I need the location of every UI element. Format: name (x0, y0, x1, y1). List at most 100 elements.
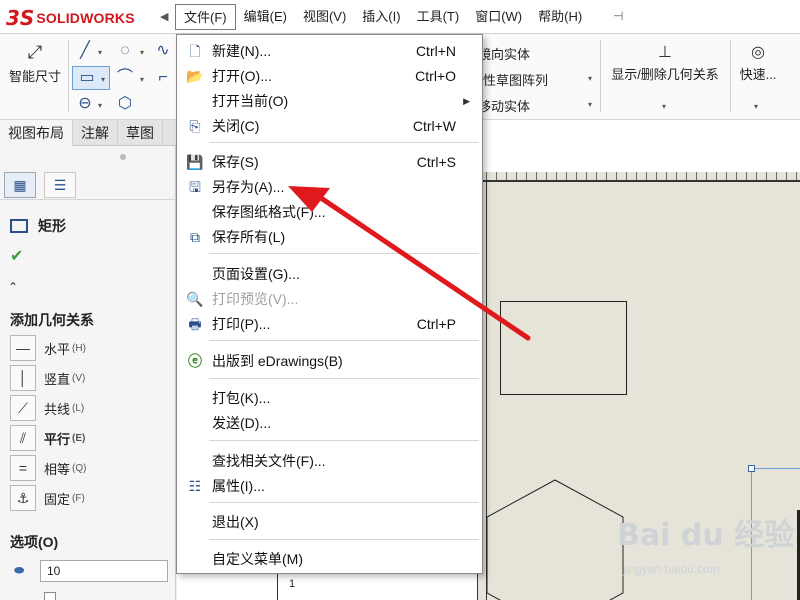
horizontal-icon: — (10, 335, 36, 361)
slot-tool-icon[interactable]: ⊖ (74, 93, 96, 115)
menu-collapse-arrow-icon[interactable]: ◀ (160, 10, 168, 23)
relation-label: 相等 (44, 461, 71, 477)
quick-snaps-label: 快速... (739, 67, 777, 82)
fillet-tool-icon[interactable]: ⌐ (152, 67, 174, 89)
menu-item-label: 退出(X) (212, 514, 259, 530)
menu-item-save-as[interactable]: 🖫 另存为(A)... (177, 175, 482, 199)
save-icon: 💾 (186, 154, 204, 170)
sketch-rectangle[interactable] (500, 301, 627, 395)
move-entities-label[interactable]: 移动实体 (478, 96, 530, 115)
tab-sketch[interactable]: 草图 (118, 120, 163, 146)
relations-dropdown-icon[interactable]: ▾ (662, 102, 666, 111)
relation-fix[interactable]: ⚓ 固定 (F) (10, 484, 85, 512)
mirror-entities-label[interactable]: 镜向实体 (478, 44, 530, 63)
brand-name: SOLIDWORKS (36, 10, 135, 26)
property-manager-icon[interactable]: ☰ (44, 172, 76, 198)
menu-item-label: 新建(N)... (212, 43, 272, 59)
menu-bar: 3S SOLIDWORKS ◀ 文件(F) 编辑(E) 视图(V) 插入(I) … (0, 0, 800, 34)
collapse-chevron-icon[interactable]: ⌃ (8, 280, 18, 294)
spline-tool-icon[interactable]: ∿ (152, 40, 174, 62)
menu-view[interactable]: 视图(V) (295, 4, 354, 30)
menu-tools[interactable]: 工具(T) (409, 4, 468, 30)
menu-item-open[interactable]: 📂 打开(O)... Ctrl+O (177, 64, 482, 88)
relation-collinear[interactable]: ⟋ 共线 (L) (10, 394, 84, 422)
option-value-input[interactable]: 10 (40, 560, 168, 582)
ok-checkmark-icon[interactable]: ✔ (10, 246, 23, 266)
line-tool-icon[interactable]: ╱ (74, 40, 96, 62)
relation-vertical[interactable]: │ 竖直 (V) (10, 364, 85, 392)
menu-item-close[interactable]: ⎘ 关闭(C) Ctrl+W (177, 114, 482, 138)
quick-snaps-button[interactable]: ◎ 快速... (735, 42, 781, 83)
arc-tool-icon[interactable]: ⌒ (114, 67, 136, 89)
sketch-hexagon[interactable] (477, 475, 637, 600)
rectangle-icon (10, 219, 28, 233)
relation-key: (L) (72, 402, 85, 414)
property-manager: ▦ ☰ 矩形 ✔ ⌃ 添加几何关系 — 水平 (H) │ 竖直 (V) ⟋ 共线… (0, 146, 176, 600)
menu-item-customize-menu[interactable]: 自定义菜单(M) (177, 547, 482, 571)
menu-item-find-references[interactable]: 查找相关文件(F)... (177, 449, 482, 473)
pattern-dropdown-icon[interactable]: ▾ (588, 74, 592, 83)
menu-item-label: 打包(K)... (212, 390, 271, 406)
toolbar-separator (730, 40, 731, 112)
menu-item-new[interactable]: 🗋 新建(N)... Ctrl+N (177, 39, 482, 63)
tab-view-layout[interactable]: 视图布局 (0, 120, 73, 146)
rectangle-dropdown-icon[interactable]: ▾ (101, 75, 105, 84)
toolbar-separator (600, 40, 601, 112)
menu-item-label: 自定义菜单(M) (212, 551, 303, 567)
menu-item-properties[interactable]: ☷ 属性(I)... (177, 474, 482, 498)
panel-grip-icon[interactable] (120, 154, 126, 160)
menu-edit[interactable]: 编辑(E) (236, 4, 295, 30)
watermark-url: jingyan.baidu.com (623, 562, 720, 576)
open-folder-icon: 📂 (186, 68, 204, 84)
solidworks-logo[interactable]: 3S SOLIDWORKS (6, 6, 156, 30)
menu-item-print-preview[interactable]: 🔍 打印预览(V)... (177, 287, 482, 311)
main-menu: 文件(F) 编辑(E) 视图(V) 插入(I) 工具(T) 窗口(W) 帮助(H… (175, 4, 590, 30)
menu-item-send[interactable]: 发送(D)... (177, 411, 482, 435)
relation-horizontal[interactable]: — 水平 (H) (10, 334, 86, 362)
polygon-tool-icon[interactable]: ⬡ (114, 93, 136, 115)
arc-dropdown-icon[interactable]: ▾ (140, 75, 144, 84)
menu-item-pack-and-go[interactable]: 打包(K)... (177, 386, 482, 410)
menu-item-label: 页面设置(G)... (212, 266, 300, 282)
menu-item-open-current[interactable]: 打开当前(O) ▶ (177, 89, 482, 113)
menu-item-shortcut: Ctrl+P (416, 316, 456, 332)
relation-equal[interactable]: = 相等 (Q) (10, 454, 86, 482)
circle-dropdown-icon[interactable]: ▾ (140, 48, 144, 57)
close-document-icon: ⎘ (189, 118, 201, 134)
menu-item-label: 打开当前(O) (212, 93, 289, 109)
submenu-arrow-icon: ▶ (463, 95, 470, 106)
parallel-icon: ⫽ (10, 425, 36, 451)
menu-window[interactable]: 窗口(W) (467, 4, 530, 30)
menu-item-exit[interactable]: 退出(X) (177, 510, 482, 534)
line-dropdown-icon[interactable]: ▾ (98, 48, 102, 57)
menu-insert[interactable]: 插入(I) (354, 4, 408, 30)
menu-file[interactable]: 文件(F) (175, 4, 236, 30)
menu-item-page-setup[interactable]: 页面设置(G)... (177, 262, 482, 286)
slot-dropdown-icon[interactable]: ▾ (98, 101, 102, 110)
menu-item-save-all[interactable]: ⧉ 保存所有(L) (177, 225, 482, 249)
menu-item-publish-edrawings[interactable]: ⓔ 出版到 eDrawings(B) (177, 349, 482, 373)
menu-item-save-sheet-format[interactable]: 保存图纸格式(F)... (177, 200, 482, 224)
vertical-icon: │ (10, 365, 36, 391)
menu-item-label: 关闭(C) (212, 118, 260, 134)
relation-parallel[interactable]: ⫽ 平行 (E) (10, 424, 85, 452)
circle-tool-icon[interactable]: ◌ (114, 40, 136, 62)
menu-help[interactable]: 帮助(H) (530, 4, 590, 30)
smart-dimension-icon: ⤢ (27, 42, 43, 62)
sheet-corner-frame (277, 572, 317, 600)
move-dropdown-icon[interactable]: ▾ (588, 100, 592, 109)
display-delete-relations-button[interactable]: ⊥ 显示/删除几何关系 (604, 42, 726, 83)
menu-item-print[interactable]: 🖶 打印(P)... Ctrl+P (177, 312, 482, 336)
sketch-point-handle[interactable] (748, 465, 755, 472)
pin-icon[interactable]: ⊣ (613, 9, 623, 23)
construction-checkbox[interactable] (44, 592, 56, 600)
relation-label: 平行 (44, 431, 71, 447)
save-as-icon: 🖫 (189, 179, 201, 195)
relation-key: (F) (72, 492, 85, 504)
add-relations-title: 添加几何关系 (10, 312, 94, 328)
menu-item-save[interactable]: 💾 保存(S) Ctrl+S (177, 150, 482, 174)
smart-dimension-button[interactable]: ⤢ 智能尺寸 (4, 42, 66, 85)
tab-annotation[interactable]: 注解 (73, 120, 118, 146)
quick-dropdown-icon[interactable]: ▾ (754, 102, 758, 111)
feature-manager-icon[interactable]: ▦ (4, 172, 36, 198)
